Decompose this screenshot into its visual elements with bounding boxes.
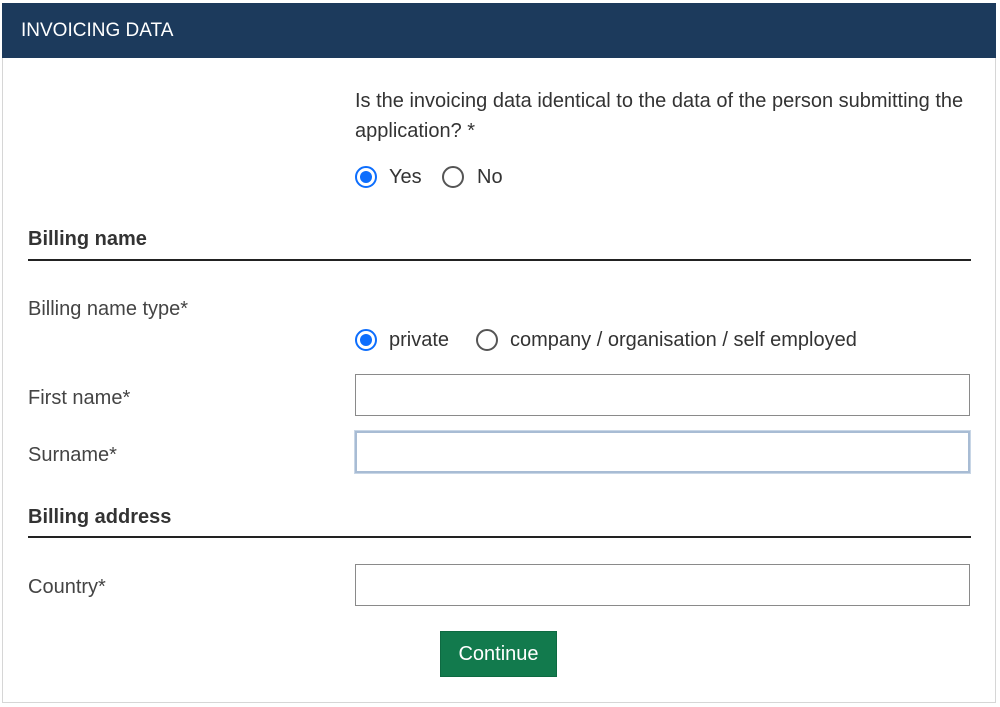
first-name-label: First name*	[28, 387, 131, 409]
first-name-input[interactable]	[355, 374, 970, 416]
surname-label: Surname*	[28, 444, 117, 466]
billing-name-type-label: Billing name type*	[28, 298, 189, 320]
billing-name-divider	[28, 259, 971, 261]
no-radio-label[interactable]: No	[477, 165, 503, 189]
country-input[interactable]	[355, 564, 970, 606]
surname-input[interactable]	[355, 431, 970, 473]
private-radio-label[interactable]: private	[389, 328, 449, 352]
identical-data-question: Is the invoicing data identical to the d…	[355, 90, 964, 142]
company-radio[interactable]	[476, 329, 498, 351]
billing-address-heading: Billing address	[28, 506, 172, 528]
billing-address-divider	[28, 536, 971, 538]
private-radio[interactable]	[355, 329, 377, 351]
yes-radio[interactable]	[355, 166, 377, 188]
billing-name-heading: Billing name	[28, 228, 147, 250]
panel-header: INVOICING DATA	[2, 3, 996, 58]
continue-button[interactable]: Continue	[440, 631, 557, 677]
country-label: Country*	[28, 576, 106, 598]
yes-radio-label[interactable]: Yes	[389, 165, 422, 189]
no-radio[interactable]	[442, 166, 464, 188]
panel-title: INVOICING DATA	[21, 20, 174, 41]
company-radio-label[interactable]: company / organisation / self employed	[510, 328, 857, 352]
